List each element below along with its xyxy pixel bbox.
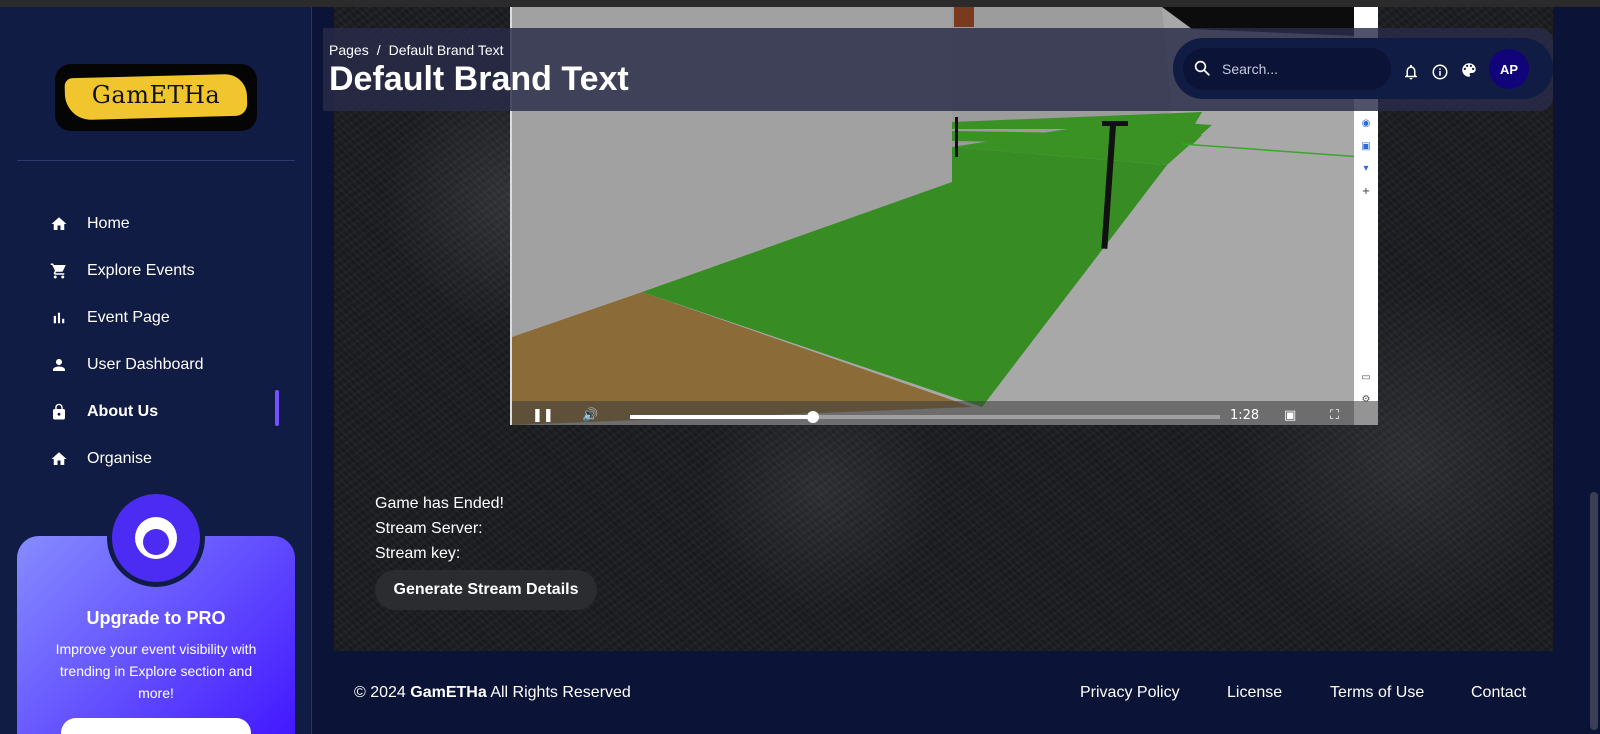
search-icon [1193,59,1211,81]
cart-icon [48,260,70,282]
copyright-suffix: All Rights Reserved [490,684,631,701]
sidebar-item-label: Organise [87,450,152,467]
window-top-strip [0,0,1600,7]
info-icon[interactable] [1431,63,1451,83]
sidebar-item-explore-events[interactable]: Explore Events [48,256,288,286]
footer-link-license[interactable]: License [1227,684,1282,702]
sidebar-item-label: Explore Events [87,262,195,279]
generate-stream-details-button[interactable]: Generate Stream Details [375,570,597,610]
sidebar-item-label: Event Page [87,309,170,326]
breadcrumb-current: Default Brand Text [388,42,504,58]
footer-link-privacy-policy[interactable]: Privacy Policy [1080,684,1180,702]
search-input[interactable] [1222,57,1382,81]
stream-key-label: Stream key: [375,545,461,562]
sidebar-item-label: Home [87,215,130,232]
breadcrumb-separator: / [376,42,381,58]
sidebar-item-organise[interactable]: Organise [48,444,288,474]
bell-icon[interactable] [1402,63,1422,83]
person-icon [48,354,70,376]
sidebar-divider [17,160,295,161]
progress-knob[interactable] [806,411,819,423]
brand-logo[interactable]: GamETHa [55,64,257,131]
breadcrumb-root[interactable]: Pages [329,42,369,58]
pro-badge-icon [107,489,205,587]
page-title: Default Brand Text [329,60,629,98]
copyright-brand: GamETHa [410,684,487,701]
volume-icon[interactable]: 🔊 [582,409,598,423]
footer-link-contact[interactable]: Contact [1471,684,1526,702]
outlook-icon[interactable]: ▣ [1361,142,1371,152]
add-icon[interactable]: + [1361,187,1371,197]
progress-fill [630,415,813,419]
logo-text: GamETHa [91,81,221,109]
video-progress-bar[interactable] [630,411,1220,423]
app-icon[interactable]: ◉ [1361,119,1371,129]
pro-card-description: Improve your event visibility with trend… [55,641,257,701]
avatar[interactable]: AP [1489,49,1529,89]
sidebar-item-about-us[interactable]: About Us [48,397,288,427]
video-controls: ❚❚ 🔊 1:28 ▣ ⛶ [512,401,1378,425]
sidebar-item-label: User Dashboard [87,356,204,373]
sidebar-item-label: About Us [87,403,159,420]
panel-icon[interactable]: ▭ [1361,373,1371,383]
app-icon[interactable]: ▾ [1361,164,1371,174]
palette-icon[interactable] [1460,61,1480,81]
game-status-text: Game has Ended! [375,495,504,512]
footer-copyright: © 2024 GamETHa All Rights Reserved [354,684,631,702]
pip-icon[interactable]: ▣ [1284,409,1296,423]
stream-server-label: Stream Server: [375,520,483,537]
pro-card-title: Upgrade to PRO [86,608,226,628]
pause-icon[interactable]: ❚❚ [532,409,554,423]
sidebar: GamETHa Home Explore Events Event Page U… [0,7,312,734]
page-scrollbar[interactable] [1588,7,1600,734]
bar-chart-icon [48,307,70,329]
copyright-prefix: © 2024 [354,684,406,701]
lock-icon [48,401,70,423]
footer-link-terms-of-use[interactable]: Terms of Use [1330,684,1424,702]
fullscreen-icon[interactable]: ⛶ [1330,409,1339,423]
pro-badge-inner [135,517,177,559]
home-icon [48,213,70,235]
pro-card-button[interactable] [61,718,251,734]
sidebar-item-event-page[interactable]: Event Page [48,303,288,333]
active-indicator [275,390,279,426]
scrollbar-thumb[interactable] [1590,492,1598,730]
breadcrumb: Pages / Default Brand Text [329,42,504,58]
video-time: 1:28 [1230,408,1260,423]
home-icon [48,448,70,470]
sidebar-item-home[interactable]: Home [48,209,288,239]
sidebar-item-user-dashboard[interactable]: User Dashboard [48,350,288,380]
